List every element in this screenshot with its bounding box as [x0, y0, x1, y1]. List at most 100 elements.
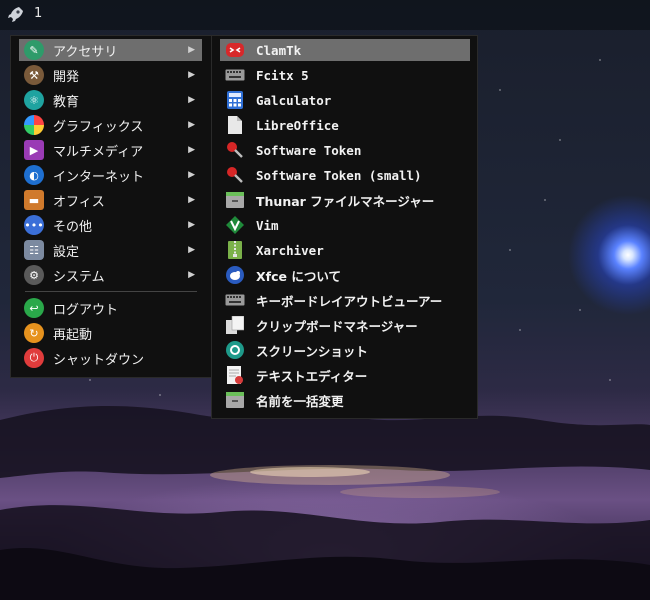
token-key-icon	[225, 140, 245, 160]
menu-item-label: アクセサリ	[53, 44, 118, 60]
menu-item-label: シャットダウン	[53, 352, 145, 368]
submenu-item-label: 名前を一括変更	[256, 393, 344, 409]
archive-icon	[225, 240, 245, 260]
menu-item-system[interactable]: ⚙ システム ▶	[19, 264, 202, 286]
menu-item-label: 再起動	[53, 327, 93, 343]
restart-icon: ↻	[24, 323, 44, 343]
submenu-arrow-icon: ▶	[188, 45, 195, 55]
menu-item-development[interactable]: ⚒ 開発 ▶	[19, 64, 202, 86]
applications-menu: ✎ アクセサリ ▶ ⚒ 開発 ▶ ⚛ 教育 ▶ グラフィックス ▶ ▶ マルチメ…	[10, 35, 213, 378]
hammer-icon: ⚒	[24, 65, 44, 85]
menu-separator	[25, 291, 197, 292]
bulk-rename-icon	[225, 390, 245, 410]
submenu-item-label: LibreOffice	[256, 117, 339, 133]
menu-item-education[interactable]: ⚛ 教育 ▶	[19, 89, 202, 111]
menu-item-label: グラフィックス	[53, 119, 144, 135]
submenu-item-libreoffice[interactable]: LibreOffice	[220, 114, 470, 136]
clipboard-icon	[225, 315, 245, 335]
menu-item-other[interactable]: ••• その他 ▶	[19, 214, 202, 236]
submenu-arrow-icon: ▶	[188, 170, 195, 180]
vim-icon	[225, 215, 245, 235]
keyboard-icon	[225, 65, 245, 85]
menu-item-restart[interactable]: ↻ 再起動	[19, 322, 202, 344]
logout-icon: ↩	[24, 298, 44, 318]
submenu-item-label: Vim	[256, 217, 279, 233]
document-icon	[225, 115, 245, 135]
menu-item-label: 教育	[53, 94, 80, 110]
submenu-item-clamtk[interactable]: ClamTk	[220, 39, 470, 61]
submenu-item-label: Software Token (small)	[256, 167, 422, 183]
submenu-arrow-icon: ▶	[188, 270, 195, 280]
submenu-arrow-icon: ▶	[188, 245, 195, 255]
settings-icon: ☷	[24, 240, 44, 260]
multimedia-icon: ▶	[24, 140, 44, 160]
token-key-icon	[225, 165, 245, 185]
menu-item-logout[interactable]: ↩ ログアウト	[19, 297, 202, 319]
submenu-item-text-editor[interactable]: テキストエディター	[220, 364, 470, 386]
rocket-icon[interactable]	[5, 5, 25, 25]
submenu-arrow-icon: ▶	[188, 120, 195, 130]
submenu-item-galculator[interactable]: Galculator	[220, 89, 470, 111]
submenu-item-label: テキストエディター	[256, 368, 368, 384]
submenu-item-label: Xfce について	[256, 268, 341, 284]
briefcase-icon: ▬	[24, 190, 44, 210]
submenu-item-label: Software Token	[256, 142, 362, 158]
submenu-item-label: Xarchiver	[256, 242, 324, 258]
menu-item-office[interactable]: ▬ オフィス ▶	[19, 189, 202, 211]
submenu-item-vim[interactable]: Vim	[220, 214, 470, 236]
power-icon: ⏻	[24, 348, 44, 368]
submenu-arrow-icon: ▶	[188, 195, 195, 205]
submenu-item-bulk-rename[interactable]: 名前を一括変更	[220, 389, 470, 411]
menu-item-multimedia[interactable]: ▶ マルチメディア ▶	[19, 139, 202, 161]
menu-item-label: インターネット	[53, 169, 145, 185]
submenu-item-keyboard-layout-viewer[interactable]: キーボードレイアウトビューアー	[220, 289, 470, 311]
submenu-arrow-icon: ▶	[188, 145, 195, 155]
menu-item-shutdown[interactable]: ⏻ シャットダウン	[19, 347, 202, 369]
menu-item-label: マルチメディア	[53, 144, 144, 160]
menu-item-settings[interactable]: ☷ 設定 ▶	[19, 239, 202, 261]
menu-item-label: 設定	[53, 244, 80, 260]
file-manager-icon	[225, 190, 245, 210]
submenu-item-software-token-small[interactable]: Software Token (small)	[220, 164, 470, 186]
submenu-item-label: Thunar ファイルマネージャー	[256, 193, 435, 209]
submenu-item-label: キーボードレイアウトビューアー	[256, 293, 443, 309]
camera-shutter-icon	[225, 340, 245, 360]
more-icon: •••	[24, 215, 44, 235]
menu-item-label: オフィス	[53, 194, 105, 210]
menu-item-label: その他	[53, 219, 93, 235]
submenu-item-label: ClamTk	[256, 42, 302, 58]
submenu-item-fcitx[interactable]: Fcitx 5	[220, 64, 470, 86]
submenu-item-label: スクリーンショット	[256, 343, 368, 359]
text-editor-icon	[225, 365, 245, 385]
workspace-indicator[interactable]: 1	[34, 6, 42, 21]
education-icon: ⚛	[24, 90, 44, 110]
submenu-item-thunar[interactable]: Thunar ファイルマネージャー	[220, 189, 470, 211]
submenu-item-about-xfce[interactable]: Xfce について	[220, 264, 470, 286]
graphics-icon	[24, 115, 44, 135]
menu-item-accessories[interactable]: ✎ アクセサリ ▶	[19, 39, 202, 61]
submenu-item-screenshot[interactable]: スクリーンショット	[220, 339, 470, 361]
system-gear-icon: ⚙	[24, 265, 44, 285]
menu-item-label: 開発	[53, 69, 80, 85]
accessories-icon: ✎	[24, 40, 44, 60]
clamtk-icon	[225, 40, 245, 60]
menu-item-graphics[interactable]: グラフィックス ▶	[19, 114, 202, 136]
top-panel: 1	[0, 0, 650, 30]
accessories-submenu: ClamTk Fcitx 5 Galculator LibreOffice So…	[211, 35, 478, 419]
globe-icon: ◐	[24, 165, 44, 185]
menu-item-internet[interactable]: ◐ インターネット ▶	[19, 164, 202, 186]
calculator-icon	[225, 90, 245, 110]
submenu-arrow-icon: ▶	[188, 70, 195, 80]
submenu-item-software-token[interactable]: Software Token	[220, 139, 470, 161]
submenu-item-label: クリップボードマネージャー	[256, 318, 418, 334]
submenu-item-xarchiver[interactable]: Xarchiver	[220, 239, 470, 261]
wallpaper-city-lights	[210, 465, 500, 498]
menu-item-label: ログアウト	[53, 302, 119, 318]
xfce-mouse-icon	[225, 265, 245, 285]
keyboard-icon	[225, 290, 245, 310]
submenu-item-clipboard-manager[interactable]: クリップボードマネージャー	[220, 314, 470, 336]
submenu-arrow-icon: ▶	[188, 220, 195, 230]
submenu-arrow-icon: ▶	[188, 95, 195, 105]
submenu-item-label: Fcitx 5	[256, 67, 309, 83]
menu-item-label: システム	[53, 269, 105, 285]
